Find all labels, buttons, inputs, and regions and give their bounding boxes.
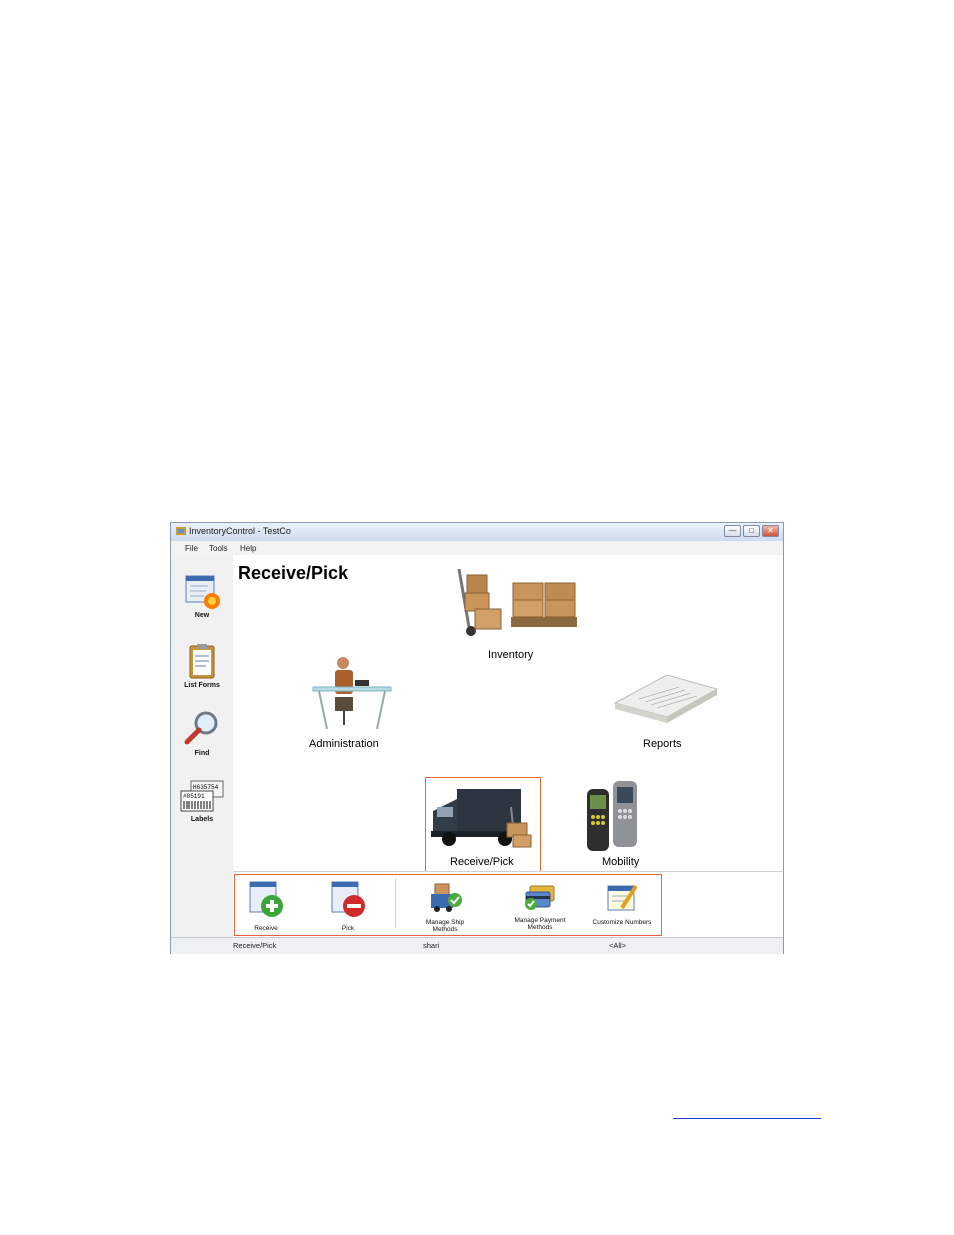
magnifier-icon xyxy=(184,711,218,745)
sidebar-label-new: New xyxy=(194,612,210,619)
close-button[interactable]: ✕ xyxy=(762,525,779,537)
maximize-button[interactable]: □ xyxy=(743,525,760,537)
customize-numbers-icon xyxy=(607,884,638,911)
task-label-pick: Pick xyxy=(341,925,355,932)
status-filter: <All> xyxy=(609,941,627,950)
boxes-handtruck-icon xyxy=(457,568,577,636)
menu-help[interactable]: Help xyxy=(240,544,256,553)
sidebar-item-labels[interactable]: H635754 #05191 Labels xyxy=(177,779,227,823)
pick-minus-icon xyxy=(331,881,365,917)
task-divider xyxy=(395,878,396,928)
menu-file[interactable]: File xyxy=(185,544,198,553)
sidebar-item-list-forms[interactable]: List Forms xyxy=(177,641,227,689)
menu-bar: File Tools Help xyxy=(171,541,783,555)
module-reports[interactable]: Reports xyxy=(609,665,721,755)
task-label-customize-numbers: Customize Numbers xyxy=(592,919,652,926)
desk-worker-icon xyxy=(312,657,392,730)
ship-methods-icon xyxy=(431,883,462,912)
sidebar-item-find[interactable]: Find xyxy=(177,709,227,757)
task-label-manage-payment-line1: Manage Payment xyxy=(514,917,566,924)
module-inventory[interactable]: Inventory xyxy=(451,565,581,665)
task-manage-ship-methods[interactable]: Manage Ship Methods xyxy=(417,882,473,933)
sidebar-item-new[interactable]: New xyxy=(177,571,227,619)
task-panel: Receive Pick Manage Ship Methods Manage … xyxy=(233,871,783,938)
sidebar-label-list-forms: List Forms xyxy=(184,682,220,689)
new-form-icon xyxy=(185,575,220,609)
labels-barcode-text-2: #05191 xyxy=(183,793,205,800)
app-window: InventoryControl - TestCo — □ ✕ File Too… xyxy=(170,522,784,954)
window-controls: — □ ✕ xyxy=(724,525,779,537)
page-title: Receive/Pick xyxy=(238,563,349,583)
sidebar-label-find: Find xyxy=(194,750,210,757)
paper-stack-icon xyxy=(613,674,719,723)
sidebar: New List Forms Find H635754 #05191 Label… xyxy=(171,555,234,935)
status-bar: Receive/Pick shari <All> xyxy=(171,937,783,954)
task-label-manage-ship-line2: Methods xyxy=(432,926,458,933)
sidebar-label-labels: Labels xyxy=(190,816,214,823)
module-label-administration: Administration xyxy=(309,738,379,750)
minimize-button[interactable]: — xyxy=(724,525,741,537)
task-manage-payment-methods[interactable]: Manage Payment Methods xyxy=(507,882,573,931)
app-icon xyxy=(176,527,186,535)
barcode-labels-icon: H635754 #05191 xyxy=(180,780,224,812)
task-label-manage-payment-line2: Methods xyxy=(527,924,553,931)
handheld-scanner-icon xyxy=(587,781,637,851)
module-label-mobility: Mobility xyxy=(602,856,640,868)
module-label-inventory: Inventory xyxy=(488,649,534,661)
status-user: shari xyxy=(423,941,440,950)
task-label-manage-ship-line1: Manage Ship xyxy=(425,919,465,926)
receive-plus-icon xyxy=(249,881,283,917)
clipboard-icon xyxy=(189,644,215,679)
selected-module-highlight xyxy=(425,777,541,879)
task-label-receive: Receive xyxy=(254,925,278,932)
main-panel: Receive/Pick Inventory Administration Re… xyxy=(233,555,783,898)
footer-link-underline xyxy=(673,1118,821,1119)
title-bar: InventoryControl - TestCo — □ ✕ xyxy=(171,523,783,542)
labels-barcode-text-1: H635754 xyxy=(193,784,219,791)
task-receive[interactable]: Receive xyxy=(243,880,289,932)
status-module: Receive/Pick xyxy=(233,941,277,950)
task-pick[interactable]: Pick xyxy=(325,880,371,932)
module-label-reports: Reports xyxy=(643,738,682,750)
module-administration[interactable]: Administration xyxy=(305,653,401,753)
menu-tools[interactable]: Tools xyxy=(209,544,228,553)
payment-methods-icon xyxy=(525,885,555,910)
module-mobility[interactable]: Mobility xyxy=(579,777,663,877)
task-customize-numbers[interactable]: Customize Numbers xyxy=(589,882,655,926)
window-title: InventoryControl - TestCo xyxy=(189,526,291,536)
